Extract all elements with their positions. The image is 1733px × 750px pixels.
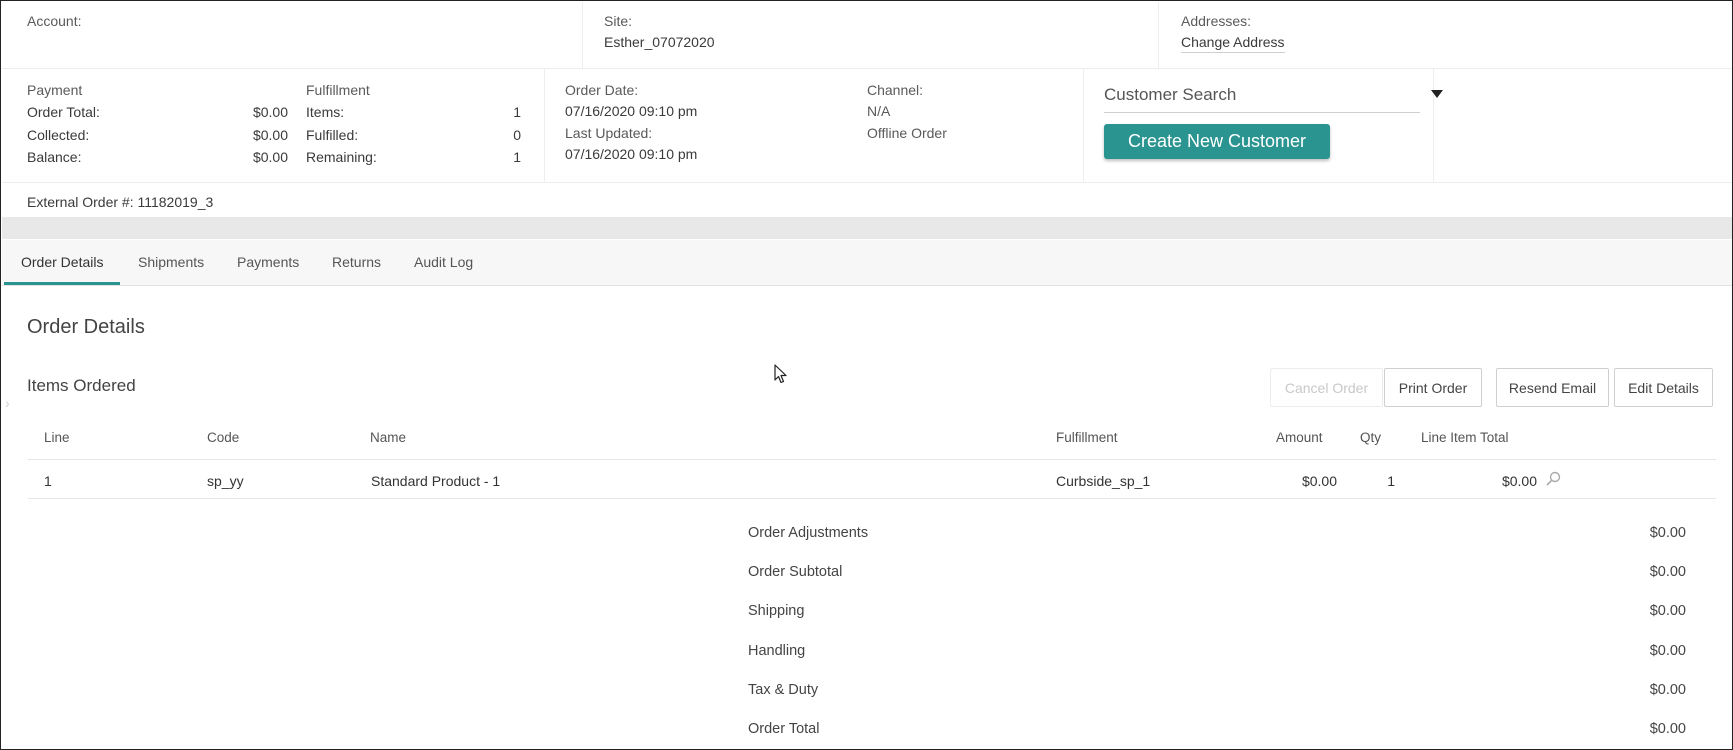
payment-title: Payment — [27, 82, 83, 98]
shipping-label: Shipping — [748, 603, 805, 619]
row-line: 1 — [44, 473, 52, 489]
fulfilled-value: 0 — [513, 127, 521, 143]
order-adjustments-label: Order Adjustments — [748, 525, 869, 541]
tab-returns[interactable]: Returns — [332, 254, 381, 270]
row-fulfillment: Curbside_sp_1 — [1056, 473, 1151, 489]
row-code: sp_yy — [207, 473, 244, 489]
column-header-code: Code — [207, 430, 240, 445]
order-total-summary-label: Order Total — [748, 721, 820, 737]
balance-value: $0.00 — [252, 149, 288, 165]
row-qty: 1 — [1387, 473, 1395, 489]
tab-payments[interactable]: Payments — [237, 254, 299, 270]
order-subtotal-label: Order Subtotal — [748, 564, 843, 580]
balance-label: Balance: — [27, 149, 82, 165]
column-header-line: Line — [44, 430, 70, 445]
section-separator — [2, 217, 1732, 239]
column-header-line-item-total: Line Item Total — [1421, 430, 1509, 445]
remaining-value: 1 — [513, 149, 521, 165]
tax-duty-label: Tax & Duty — [748, 682, 819, 698]
divider — [582, 2, 583, 68]
tab-bar: Order Details Shipments Payments Returns… — [2, 240, 1732, 286]
tab-shipments[interactable]: Shipments — [138, 254, 204, 270]
order-total-value: $0.00 — [252, 104, 288, 120]
items-ordered-title: Items Ordered — [27, 376, 136, 395]
row-amount: $0.00 — [1301, 473, 1337, 489]
fulfillment-title: Fulfillment — [306, 82, 370, 98]
divider — [2, 182, 1732, 183]
shipping-value: $0.00 — [1649, 603, 1686, 619]
order-total-label: Order Total: — [27, 104, 100, 120]
last-updated-value: 07/16/2020 09:10 pm — [565, 146, 698, 162]
order-page: Account: Site: Esther_07072020 Addresses… — [0, 0, 1733, 750]
column-header-qty: Qty — [1360, 430, 1382, 445]
create-new-customer-button[interactable]: Create New Customer — [1104, 124, 1330, 159]
divider — [1433, 69, 1434, 182]
external-order-number: External Order #: 11182019_3 — [27, 194, 214, 210]
tax-duty-value: $0.00 — [1649, 682, 1686, 698]
change-address-link[interactable]: Change Address — [1181, 34, 1285, 53]
divider — [544, 69, 545, 182]
edit-details-button[interactable]: Edit Details — [1614, 368, 1713, 407]
search-icon[interactable] — [1545, 471, 1561, 490]
site-value: Esther_07072020 — [604, 34, 715, 50]
table-row-divider — [28, 498, 1716, 499]
collected-label: Collected: — [27, 127, 90, 143]
handling-label: Handling — [748, 643, 806, 659]
order-date-value: 07/16/2020 09:10 pm — [565, 103, 698, 119]
caret-down-icon[interactable] — [1431, 90, 1443, 98]
account-label: Account: — [27, 13, 82, 29]
order-total-summary-value: $0.00 — [1649, 721, 1686, 737]
table-header-divider — [28, 459, 1716, 460]
tab-order-details[interactable]: Order Details — [21, 254, 103, 270]
chevron-right-icon[interactable]: › — [5, 395, 10, 411]
divider — [2, 68, 1732, 69]
active-tab-indicator — [4, 282, 120, 285]
row-line-item-total: $0.00 — [1501, 473, 1537, 489]
divider — [1158, 2, 1159, 68]
items-label: Items: — [306, 104, 345, 120]
print-order-button[interactable]: Print Order — [1384, 368, 1482, 407]
cancel-order-button[interactable]: Cancel Order — [1270, 368, 1383, 407]
site-label: Site: — [604, 13, 633, 29]
order-subtotal-value: $0.00 — [1649, 564, 1686, 580]
order-date-label: Order Date: — [565, 82, 639, 98]
remaining-label: Remaining: — [306, 149, 377, 165]
column-header-name: Name — [370, 430, 407, 445]
order-adjustments-value: $0.00 — [1649, 525, 1686, 541]
addresses-label: Addresses: — [1181, 13, 1252, 29]
row-name: Standard Product - 1 — [371, 473, 501, 489]
fulfilled-label: Fulfilled: — [306, 127, 359, 143]
section-title: Order Details — [27, 316, 145, 338]
mouse-cursor-icon — [774, 364, 788, 387]
handling-value: $0.00 — [1649, 643, 1686, 659]
divider — [1083, 69, 1084, 182]
tab-audit-log[interactable]: Audit Log — [414, 254, 473, 270]
collected-value: $0.00 — [252, 127, 288, 143]
resend-email-button[interactable]: Resend Email — [1496, 368, 1609, 407]
channel-value: N/A — [867, 103, 891, 119]
column-header-fulfillment: Fulfillment — [1056, 430, 1118, 445]
channel-label: Channel: — [867, 82, 924, 98]
last-updated-label: Last Updated: — [565, 125, 653, 141]
column-header-amount: Amount — [1276, 430, 1323, 445]
items-value: 1 — [513, 104, 521, 120]
customer-search-input[interactable]: Customer Search — [1104, 81, 1420, 113]
order-type: Offline Order — [867, 125, 947, 141]
